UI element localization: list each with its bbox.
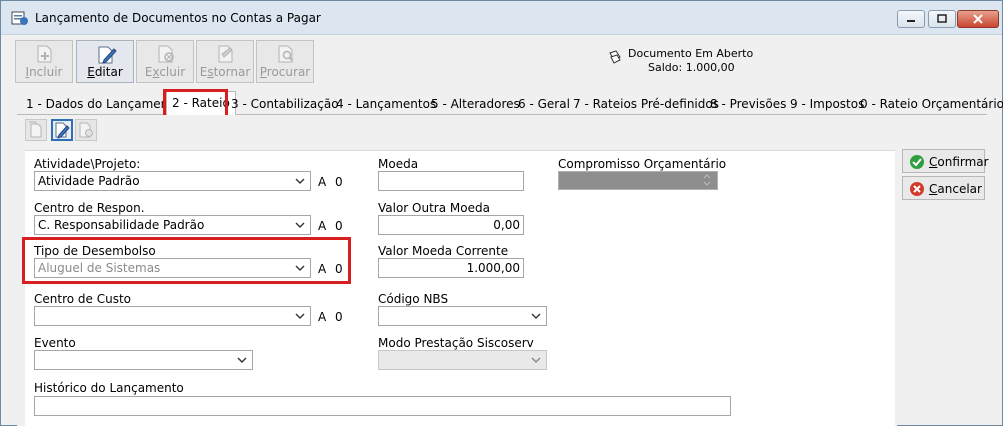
close-icon bbox=[973, 14, 983, 24]
new-document-icon bbox=[29, 121, 42, 138]
moeda-input[interactable] bbox=[378, 171, 524, 191]
chevron-down-icon bbox=[295, 222, 305, 228]
delete-document-icon bbox=[158, 45, 174, 63]
rateio-tab-highlight bbox=[163, 89, 228, 118]
reverse-document-icon bbox=[218, 45, 233, 63]
valor-outra-moeda-label: Valor Outra Moeda bbox=[378, 201, 490, 215]
search-document-icon bbox=[278, 45, 294, 63]
valor-moeda-corrente-value: 1.000,00 bbox=[466, 261, 520, 275]
compromisso-select[interactable] bbox=[558, 171, 718, 190]
moeda-label: Moeda bbox=[378, 157, 419, 171]
modo-prestacao-label: Modo Prestação Siscoserv bbox=[378, 336, 534, 350]
editar-button[interactable]: Editar bbox=[76, 40, 134, 83]
estornar-button[interactable]: Estornar bbox=[196, 40, 254, 83]
valor-outra-moeda-input[interactable]: 0,00 bbox=[378, 215, 524, 235]
delete-icon bbox=[79, 122, 93, 138]
cancel-label: ancelar bbox=[937, 182, 982, 196]
new-rateio-button[interactable] bbox=[25, 119, 47, 141]
check-circle-icon bbox=[910, 155, 924, 169]
centro-custo-select[interactable] bbox=[34, 306, 311, 326]
modo-prestacao-select[interactable] bbox=[378, 350, 547, 370]
tab-dados-lancamento[interactable]: 1 - Dados do Lançamento bbox=[21, 93, 185, 114]
atividade-value: Atividade Padrão bbox=[38, 174, 140, 188]
atividade-label: Atividade\Projeto: bbox=[34, 157, 141, 171]
tab-rateio-orcamentario[interactable]: 0 - Rateio Orçamentário bbox=[855, 93, 1003, 114]
centro-respon-label: Centro de Respon. bbox=[34, 201, 145, 215]
procurar-accel: P bbox=[259, 65, 267, 79]
edit-rateio-button[interactable] bbox=[51, 119, 73, 141]
chevron-down-icon bbox=[237, 357, 247, 363]
app-icon bbox=[11, 11, 28, 25]
centro-custo-a-flag: A bbox=[318, 310, 327, 324]
compromisso-label: Compromisso Orçamentário bbox=[558, 157, 727, 171]
rateio-form: Atividade\Projeto: Atividade Padrão A 0 … bbox=[25, 150, 895, 426]
add-document-icon bbox=[37, 45, 52, 63]
editar-accel: E bbox=[87, 65, 95, 79]
tab-previsoes[interactable]: 8 - Previsões bbox=[705, 93, 791, 114]
title-bar: Lançamento de Documentos no Contas a Pag… bbox=[1, 1, 1002, 35]
atividade-count: 0 bbox=[335, 175, 343, 189]
editar-label: ditar bbox=[94, 65, 123, 79]
document-status-icon bbox=[609, 50, 621, 64]
evento-select[interactable] bbox=[34, 350, 253, 370]
minimize-icon bbox=[907, 20, 915, 22]
codigo-nbs-label: Código NBS bbox=[378, 292, 449, 306]
maximize-icon bbox=[937, 14, 947, 23]
historico-label: Histórico do Lançamento bbox=[34, 381, 184, 395]
confirm-button[interactable]: Confirmar bbox=[902, 149, 989, 173]
delete-rateio-button[interactable] bbox=[75, 119, 97, 141]
valor-moeda-corrente-label: Valor Moeda Corrente bbox=[378, 244, 509, 258]
valor-outra-moeda-value: 0,00 bbox=[493, 218, 520, 232]
centro-respon-a-flag: A bbox=[318, 219, 327, 233]
main-window: Lançamento de Documentos no Contas a Pag… bbox=[0, 0, 1003, 426]
centro-custo-label: Centro de Custo bbox=[34, 292, 131, 306]
document-balance: Saldo: 1.000,00 bbox=[648, 61, 735, 74]
centro-custo-count: 0 bbox=[335, 310, 343, 324]
window-title: Lançamento de Documentos no Contas a Pag… bbox=[35, 11, 321, 25]
minimize-button[interactable] bbox=[897, 10, 925, 28]
incluir-button[interactable]: Incluir bbox=[15, 40, 73, 83]
chevron-down-icon bbox=[295, 178, 305, 184]
atividade-a-flag: A bbox=[318, 175, 327, 189]
codigo-nbs-select[interactable] bbox=[378, 306, 547, 326]
tab-rateios-predefinidos[interactable]: 7 - Rateios Pré-definidos bbox=[568, 93, 724, 114]
document-status-text: Documento Em Aberto bbox=[628, 47, 754, 60]
tab-contabilizacao[interactable]: 3 - Contabilização bbox=[226, 93, 344, 114]
tab-geral[interactable]: 6 - Geral bbox=[513, 93, 575, 114]
tab-alteradores[interactable]: 5 - Alteradores bbox=[426, 93, 525, 114]
cancel-button[interactable]: Cancelar bbox=[902, 176, 985, 200]
cancel-circle-icon bbox=[910, 182, 924, 196]
chevron-down-icon bbox=[531, 357, 541, 363]
tab-lancamentos[interactable]: 4 - Lançamentos bbox=[331, 93, 441, 114]
procurar-label: rocurar bbox=[266, 65, 311, 79]
centro-respon-select[interactable]: C. Responsabilidade Padrão bbox=[34, 215, 311, 235]
excluir-button[interactable]: Excluir bbox=[136, 40, 194, 83]
chevron-down-icon bbox=[295, 313, 305, 319]
centro-respon-count: 0 bbox=[335, 219, 343, 233]
confirm-label: onfirmar bbox=[937, 155, 989, 169]
atividade-select[interactable]: Atividade Padrão bbox=[34, 171, 311, 191]
tipo-desembolso-highlight bbox=[22, 237, 351, 284]
maximize-button[interactable] bbox=[928, 10, 956, 28]
incluir-label: ncluir bbox=[29, 65, 63, 79]
historico-input[interactable] bbox=[34, 396, 731, 416]
edit-icon bbox=[55, 122, 70, 139]
estornar-label: tornar bbox=[213, 65, 251, 79]
centro-respon-value: C. Responsabilidade Padrão bbox=[38, 218, 205, 232]
valor-moeda-corrente-input[interactable]: 1.000,00 bbox=[378, 258, 524, 278]
chevron-down-icon bbox=[531, 313, 541, 319]
excluir-label: cluir bbox=[159, 65, 186, 79]
evento-label: Evento bbox=[34, 336, 76, 350]
procurar-button[interactable]: Procurar bbox=[256, 40, 314, 83]
edit-document-icon bbox=[98, 46, 117, 64]
chevron-down-icon bbox=[703, 174, 711, 186]
close-button[interactable] bbox=[957, 10, 999, 28]
